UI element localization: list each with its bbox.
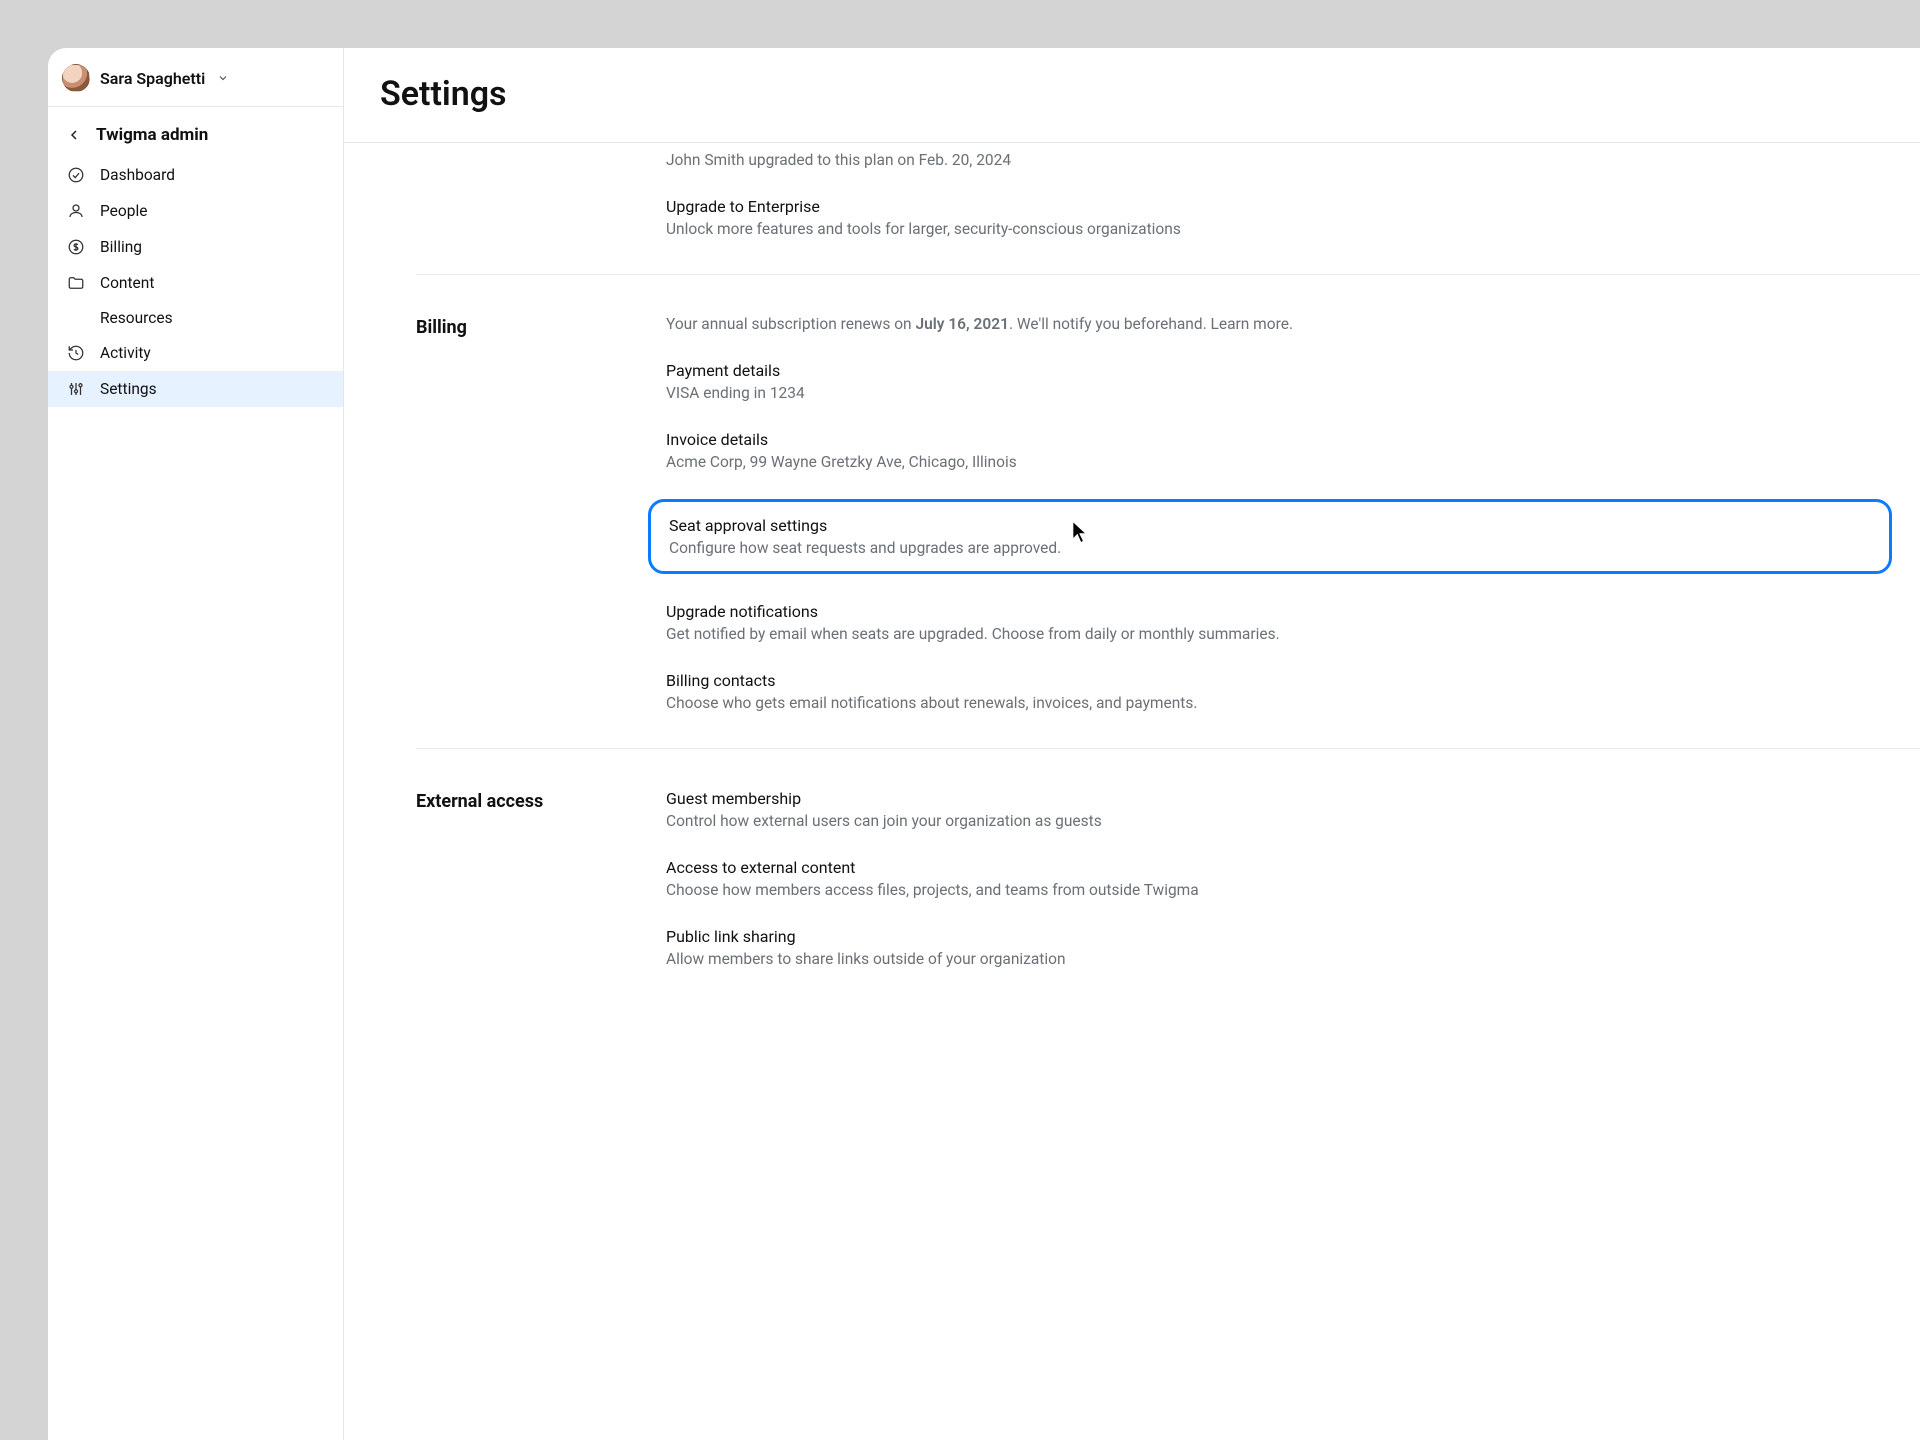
sidebar-item-billing[interactable]: Billing [48,229,343,265]
user-name: Sara Spaghetti [100,69,205,88]
sidebar-item-resources[interactable]: Resources [48,301,343,335]
section-label-billing: Billing [416,315,666,712]
sidebar-item-settings[interactable]: Settings [48,371,343,407]
sidebar-item-people[interactable]: People [48,193,343,229]
section-billing: Billing Your annual subscription renews … [416,275,1920,749]
item-title: Upgrade notifications [666,602,1900,621]
guest-membership[interactable]: Guest membership Control how external us… [666,789,1900,830]
sidebar-item-activity[interactable]: Activity [48,335,343,371]
admin-title: Twigma admin [96,125,208,145]
seat-approval-settings[interactable]: Seat approval settings Configure how sea… [648,499,1892,574]
sidebar-nav: Dashboard People Billing Content [48,151,343,407]
item-desc: Get notified by email when seats are upg… [666,625,1900,643]
item-title: Access to external content [666,858,1900,877]
sidebar-item-content[interactable]: Content [48,265,343,301]
item-title: Invoice details [666,430,1900,449]
sidebar-item-label: Settings [100,380,157,398]
item-title: Guest membership [666,789,1900,808]
settings-content: John Smith upgraded to this plan on Feb.… [344,143,1920,1064]
renewal-date: July 16, 2021 [915,315,1008,333]
folder-icon [66,273,86,293]
invoice-details[interactable]: Invoice details Acme Corp, 99 Wayne Gret… [666,430,1900,471]
history-icon [66,343,86,363]
item-desc: Allow members to share links outside of … [666,950,1900,968]
sidebar-item-label: Resources [100,309,173,327]
chevron-left-icon [66,127,82,143]
section-external-access: External access Guest membership Control… [416,749,1920,1004]
sidebar: Sara Spaghetti Twigma admin Dashboard [48,48,344,1440]
payment-details[interactable]: Payment details VISA ending in 1234 [666,361,1900,402]
learn-more-link[interactable]: Learn more. [1211,315,1294,333]
item-desc: Choose who gets email notifications abou… [666,694,1900,712]
renewal-line: Your annual subscription renews on July … [666,315,1900,333]
public-link-sharing[interactable]: Public link sharing Allow members to sha… [666,927,1900,968]
item-desc: Configure how seat requests and upgrades… [669,539,1871,557]
sidebar-item-label: Content [100,274,154,292]
item-title: Payment details [666,361,1900,380]
item-title: Seat approval settings [669,516,1871,535]
chevron-down-icon [217,72,229,84]
section-plan: John Smith upgraded to this plan on Feb.… [416,143,1920,275]
main: Settings John Smith upgraded to this pla… [344,48,1920,1440]
item-desc: VISA ending in 1234 [666,384,1900,402]
item-desc: Unlock more features and tools for large… [666,220,1900,238]
sidebar-item-label: Dashboard [100,166,175,184]
admin-back[interactable]: Twigma admin [48,107,343,151]
item-desc: Acme Corp, 99 Wayne Gretzky Ave, Chicago… [666,453,1900,471]
section-label-external: External access [416,789,666,968]
upgrade-enterprise[interactable]: Upgrade to Enterprise Unlock more featur… [666,197,1900,238]
user-menu[interactable]: Sara Spaghetti [48,48,343,107]
app-window: Sara Spaghetti Twigma admin Dashboard [48,48,1920,1440]
user-icon [66,201,86,221]
upgrade-notifications[interactable]: Upgrade notifications Get notified by em… [666,602,1900,643]
page-title: Settings [344,48,1920,143]
sidebar-item-label: Billing [100,238,142,256]
billing-contacts[interactable]: Billing contacts Choose who gets email n… [666,671,1900,712]
sidebar-item-label: People [100,202,147,220]
sidebar-item-dashboard[interactable]: Dashboard [48,157,343,193]
plan-upgraded-note: John Smith upgraded to this plan on Feb.… [666,151,1900,169]
dollar-icon [66,237,86,257]
item-title: Upgrade to Enterprise [666,197,1900,216]
sliders-icon [66,379,86,399]
check-circle-icon [66,165,86,185]
item-title: Public link sharing [666,927,1900,946]
avatar [62,64,90,92]
item-title: Billing contacts [666,671,1900,690]
access-external-content[interactable]: Access to external content Choose how me… [666,858,1900,899]
section-label-plan [416,151,666,238]
item-desc: Control how external users can join your… [666,812,1900,830]
sidebar-item-label: Activity [100,344,151,362]
item-desc: Choose how members access files, project… [666,881,1900,899]
